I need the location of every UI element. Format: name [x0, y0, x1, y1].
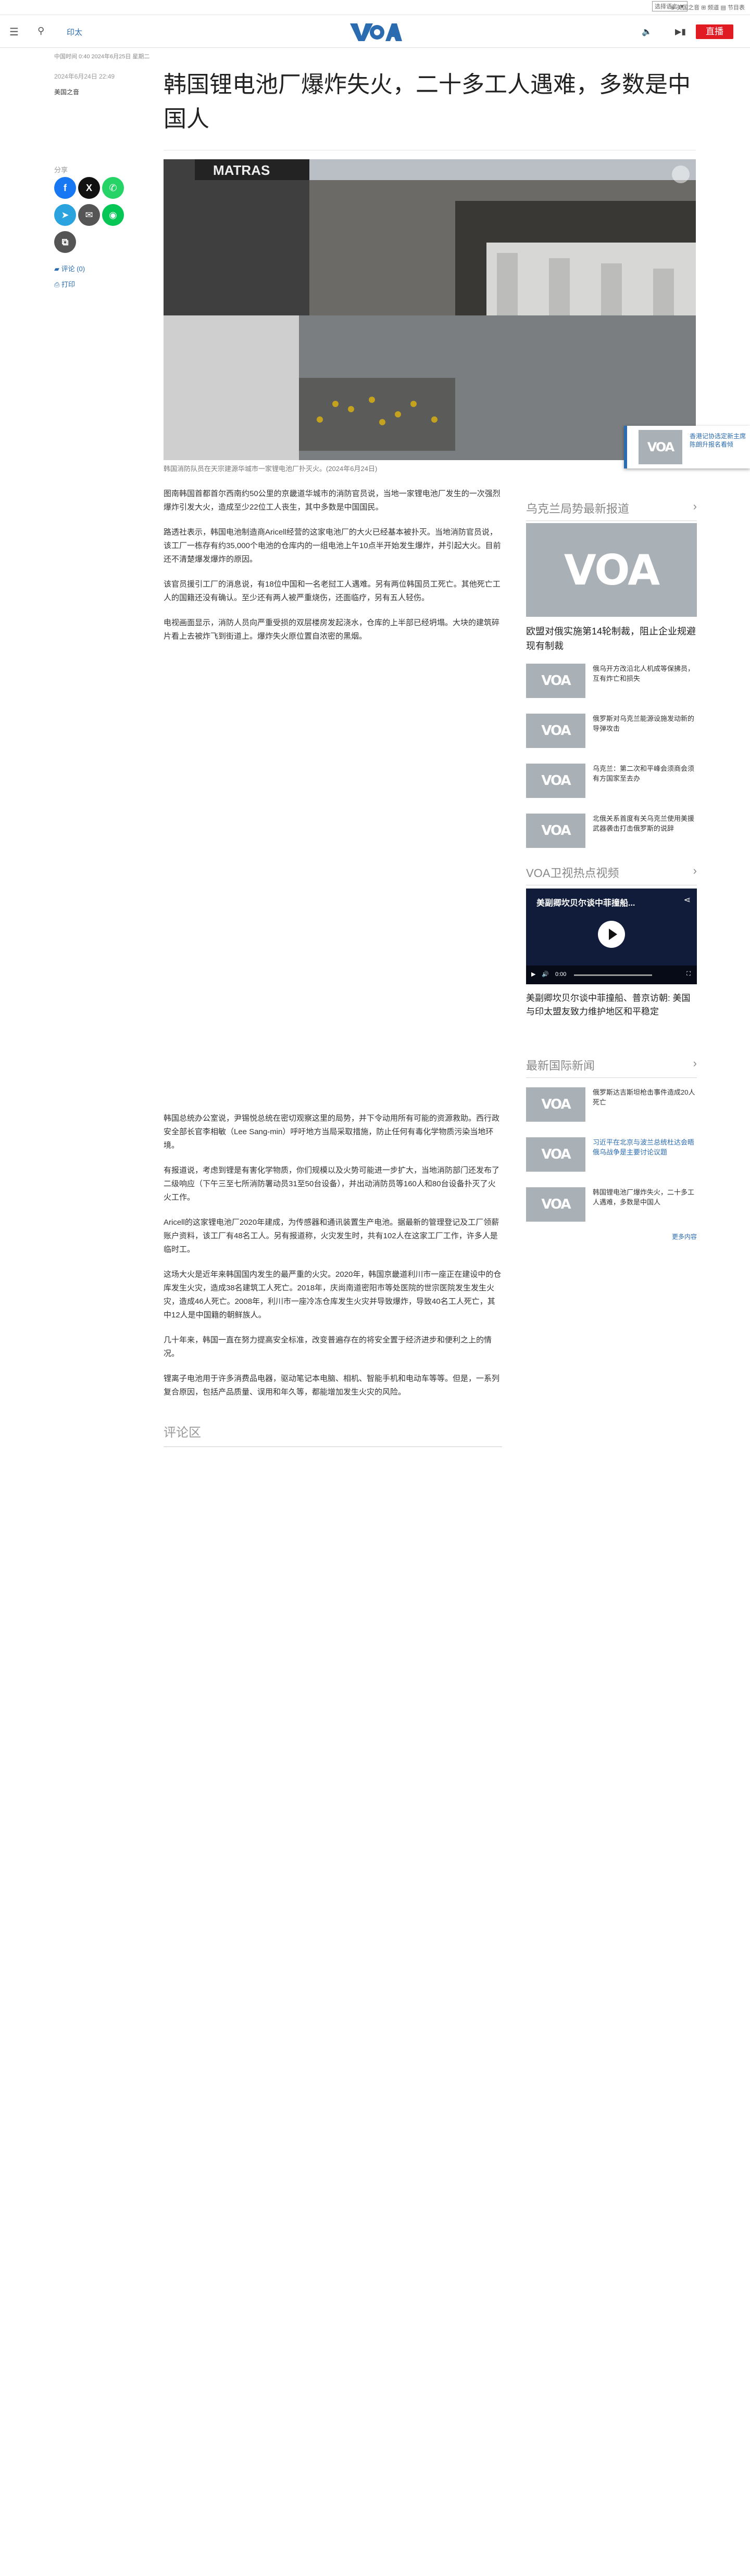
- share-label: 分享: [54, 166, 68, 174]
- divider: [164, 1446, 502, 1447]
- pip-title: 香港记协选定新主席陈朗升报名看倾: [690, 433, 746, 448]
- thumbnail: VOA: [526, 814, 585, 848]
- line-icon[interactable]: ◉: [102, 204, 124, 226]
- whatsapp-icon[interactable]: ✆: [102, 177, 124, 199]
- list-item[interactable]: VOA 习近平在北京与波兰总统杜达会晤 俄乌战争是主要讨论议题: [526, 1137, 697, 1172]
- live-button[interactable]: 直播: [696, 24, 733, 39]
- share-buttons: f X ✆ ➤ ✉ ◉ ⧉: [54, 177, 138, 258]
- sidebar-intl-news: 最新国际新闻 › VOA 俄罗斯达吉斯坦枪击事件造成20人死亡 VOA 习近平在北京与…: [526, 1057, 697, 1241]
- section-link[interactable]: 印太: [67, 27, 82, 37]
- audio-icon[interactable]: 🔈: [642, 27, 652, 37]
- comments-heading: 评论区: [164, 1426, 201, 1440]
- play-button[interactable]: [598, 921, 625, 948]
- list-item[interactable]: VOA 乌克兰：第二次和平峰会须商会须有方国家至去办: [526, 764, 697, 798]
- chevron-right-icon: ›: [693, 864, 697, 877]
- thumbnail: VOA: [526, 664, 585, 698]
- thumbnail: VOA: [526, 1137, 585, 1172]
- comments-section: 评论区: [164, 1422, 502, 1447]
- list-item[interactable]: VOA 北俄关系首度有关乌克兰使用美援武器袭击打击俄罗斯的说辞: [526, 814, 697, 848]
- print-link[interactable]: ⎙ 打印: [54, 279, 75, 289]
- utility-bar: 选择语言 ▼ ⊕ 美国之音 ⊞ 频道 ▤ 节目表: [0, 0, 750, 15]
- article-body-part2: 韩国总统办公室说，尹锡悦总统在密切观察这里的局势，并下令动用所有可能的资源救助。…: [164, 1112, 502, 1411]
- section-heading[interactable]: 乌克兰局势最新报道 ›: [526, 500, 697, 521]
- paragraph: 有报道说，考虑到锂是有害化学物质，你们规模以及火势可能进一步扩大，当地消防部门还…: [164, 1166, 500, 1202]
- facebook-icon[interactable]: f: [54, 177, 76, 199]
- floating-video-card[interactable]: VOA 香港记协选定新主席陈朗升报名看倾: [624, 426, 750, 468]
- page-title: 韩国锂电池厂爆炸失火，二十多工人遇难，多数是中国人: [164, 71, 691, 132]
- paragraph: 这场大火是近年来韩国国内发生的最严重的火灾。2020年，韩国京畿道利川市一座正在…: [164, 1270, 502, 1319]
- publish-date: 2024年6月24日 22:49: [54, 73, 115, 80]
- paragraph: 韩国总统办公室说，尹锡悦总统在密切观察这里的局势，并下令动用所有可能的资源救助。…: [164, 1114, 500, 1150]
- paragraph: 图南韩国首都首尔西南约50公里的京畿道华城市的消防官员说，当地一家锂电池厂发生的…: [164, 489, 501, 512]
- video-caption[interactable]: 美副卿坎贝尔谈中菲撞船、普京访朝: 美国与印太盟友致力维护地区和平稳定: [526, 992, 697, 1019]
- email-icon[interactable]: ✉: [78, 204, 100, 226]
- paragraph: Aricell的这家锂电池厂2020年建成，为传感器和通讯装置生产电池。据最新的…: [164, 1218, 499, 1254]
- video-player[interactable]: 美副卿坎贝尔谈中菲撞船... ⋖ ▶ 🔊 0:00 ⛶: [526, 889, 697, 984]
- thumbnail: VOA: [526, 714, 585, 748]
- video-title: 美副卿坎贝尔谈中菲撞船...: [536, 899, 635, 908]
- chevron-right-icon: ›: [693, 500, 697, 513]
- paragraph: 锂离子电池用于许多消费品电器，驱动笔记本电脑、相机、智能手机和电动车等等。但是，…: [164, 1374, 500, 1397]
- video-time: 0:00: [555, 971, 567, 978]
- thumbnail: VOA: [526, 1087, 585, 1122]
- paragraph: 几十年来，韩国一直在努力提高安全标准，改变普遍存在的将安全置于经济进步和便利之上…: [164, 1336, 492, 1358]
- thumbnail: VOA: [526, 764, 585, 798]
- list-item[interactable]: VOA 韩国锂电池厂爆炸失火，二十多工人遇难，多数是中国人: [526, 1187, 697, 1222]
- factory-fire-photo: MATRAS: [164, 159, 696, 460]
- image-caption: 韩国消防队员在天宗建源华城市一家锂电池厂扑灭火。(2024年6月24日): [164, 465, 378, 473]
- comment-icon: ▰: [54, 265, 61, 273]
- video-icon[interactable]: ▶▮: [675, 27, 686, 37]
- utility-links[interactable]: ⊕ 美国之音 ⊞ 频道 ▤ 节目表: [670, 3, 745, 11]
- pip-accent-bar: [624, 426, 627, 468]
- share-icon[interactable]: ⋖: [684, 895, 691, 905]
- paragraph: 该官员援引工厂的消息说，有18位中国和一名老挝工人遇难。另有两位韩国员工死亡。其…: [164, 580, 501, 602]
- volume-icon[interactable]: 🔊: [542, 971, 549, 978]
- print-icon: ⎙: [54, 281, 62, 288]
- voa-logo[interactable]: [348, 21, 402, 42]
- breadcrumb: 中国时间 0:40 2024年6月25日 星期二: [54, 54, 150, 60]
- svg-text:MATRAS: MATRAS: [213, 162, 270, 178]
- video-controls: ▶ 🔊 0:00 ⛶: [526, 966, 697, 984]
- article-body-part1: 图南韩国首都首尔西南约50公里的京畿道华城市的消防官员说，当地一家锂电池厂发生的…: [164, 487, 502, 655]
- copy-link-icon[interactable]: ⧉: [54, 231, 76, 253]
- play-icon[interactable]: ▶: [531, 971, 535, 978]
- telegram-icon[interactable]: ➤: [54, 204, 76, 226]
- fullscreen-icon[interactable]: ⛶: [686, 971, 691, 978]
- author[interactable]: 美国之音: [54, 87, 79, 96]
- list-item[interactable]: VOA 俄罗斯对乌克兰能源设施发动新的导弹攻击: [526, 714, 697, 748]
- menu-icon[interactable]: ☰: [9, 26, 21, 39]
- site-header: ☰ ⚲ 印太 🔈 ▶▮ 直播: [0, 15, 750, 48]
- chevron-right-icon: ›: [693, 1057, 697, 1070]
- comment-link[interactable]: ▰ 评论 (0): [54, 263, 85, 273]
- section-heading[interactable]: 最新国际新闻 ›: [526, 1057, 697, 1078]
- lead-story-title[interactable]: 欧盟对俄实施第14轮制裁，阻止企业规避现有制裁: [526, 624, 697, 653]
- hero-image: MATRAS: [164, 159, 696, 460]
- sidebar-video: VOA卫视热点视频 › 美副卿坎贝尔谈中菲撞船... ⋖ ▶ 🔊 0:00 ⛶ 美…: [526, 864, 697, 1029]
- pip-thumbnail: VOA: [639, 430, 682, 464]
- sidebar-ukraine: 乌克兰局势最新报道 › VOA 欧盟对俄实施第14轮制裁，阻止企业规避现有制裁 V…: [526, 500, 697, 864]
- section-heading[interactable]: VOA卫视热点视频 ›: [526, 864, 697, 885]
- search-icon[interactable]: ⚲: [38, 26, 44, 36]
- list-item[interactable]: VOA 俄罗斯达吉斯坦枪击事件造成20人死亡: [526, 1087, 697, 1122]
- expand-image-icon[interactable]: [672, 166, 690, 183]
- paragraph: 电视画面显示，消防人员向严重受损的双层楼房发起浇水，仓库的上半部已经坍塌。大块的…: [164, 618, 500, 641]
- more-link[interactable]: 更多内容: [526, 1232, 697, 1241]
- x-icon[interactable]: X: [78, 177, 100, 199]
- list-item[interactable]: VOA 俄乌开方改沿北人机成等保拂员，互有炸亡和损失: [526, 664, 697, 698]
- paragraph: 路透社表示，韩国电池制造商Aricell经营的这家电池厂的大火已经基本被扑灭。当…: [164, 528, 501, 564]
- thumbnail: VOA: [526, 1187, 585, 1222]
- lead-thumbnail[interactable]: VOA: [526, 523, 697, 617]
- progress-bar[interactable]: [574, 974, 652, 976]
